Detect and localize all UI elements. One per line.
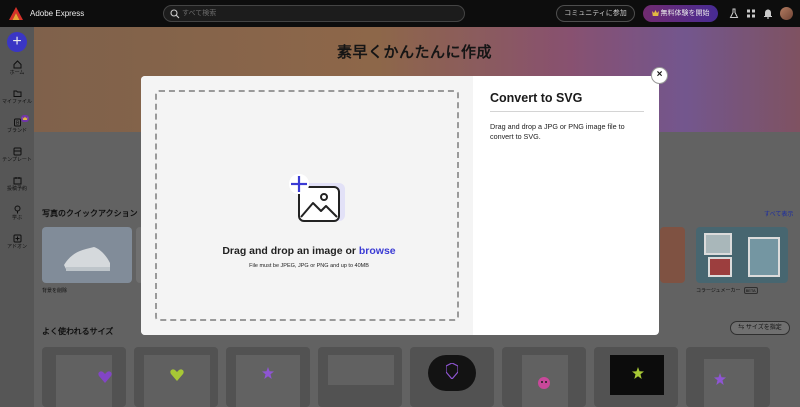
app-window: Adobe Express コミュニティに参加 無料体験を開始 + ホーム xyxy=(0,0,800,407)
dialog-title: Convert to SVG xyxy=(490,91,583,105)
close-dialog-button[interactable]: × xyxy=(651,67,668,84)
drop-zone-panel: Drag and drop an image or browse File mu… xyxy=(141,76,473,335)
convert-to-svg-dialog: Drag and drop an image or browse File mu… xyxy=(141,76,659,335)
drop-instructions-text: Drag and drop an image or xyxy=(222,245,359,257)
browse-link[interactable]: browse xyxy=(359,245,396,257)
image-upload-icon xyxy=(289,174,345,222)
drop-zone[interactable]: Drag and drop an image or browse File mu… xyxy=(155,90,459,321)
close-icon: × xyxy=(656,69,663,80)
info-panel: Convert to SVG Drag and drop a JPG or PN… xyxy=(490,91,644,142)
divider xyxy=(490,111,644,112)
file-requirements-note: File must be JPEG, JPG or PNG and up to … xyxy=(249,263,369,269)
drop-instructions: Drag and drop an image or browse xyxy=(157,245,461,257)
dialog-description: Drag and drop a JPG or PNG image file to… xyxy=(490,122,625,141)
